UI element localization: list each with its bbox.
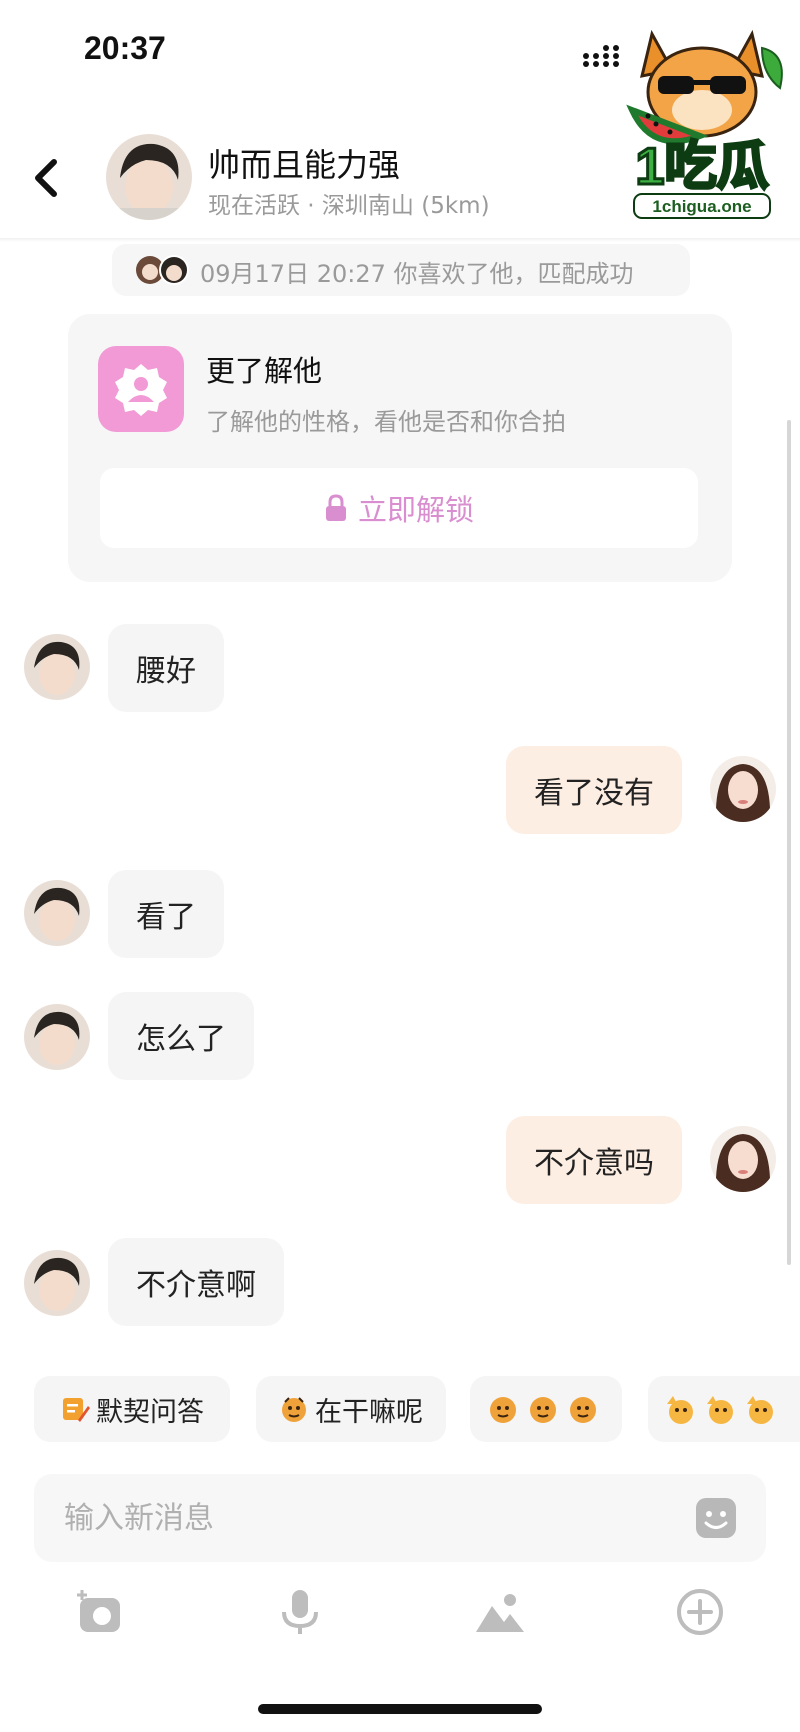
message-bubble-outgoing[interactable]: 看了没有 xyxy=(506,746,682,834)
contact-message-avatar[interactable] xyxy=(24,880,90,946)
quick-reply-tiger-wave[interactable] xyxy=(648,1376,800,1442)
card-title: 更了解他 xyxy=(206,354,323,388)
message-bubble-incoming[interactable]: 腰好 xyxy=(108,624,224,712)
back-icon[interactable] xyxy=(26,148,66,208)
scrollbar[interactable] xyxy=(787,420,791,1265)
message-bubble-outgoing[interactable]: 不介意吗 xyxy=(506,1116,682,1204)
message-bubble-incoming[interactable]: 看了 xyxy=(108,870,224,958)
quick-reply-tacit-quiz[interactable]: 默契问答 xyxy=(34,1376,230,1442)
message-bubble-incoming[interactable]: 怎么了 xyxy=(108,992,254,1080)
lock-icon xyxy=(325,494,346,521)
emoji-icon[interactable] xyxy=(694,1496,738,1540)
camera-icon[interactable] xyxy=(74,1586,126,1638)
my-message-avatar[interactable] xyxy=(710,1126,776,1192)
watermark-domain: 1chigua.one xyxy=(652,197,751,216)
microphone-icon[interactable] xyxy=(274,1586,326,1638)
match-text: 09月17日 20:27 你喜欢了他，匹配成功 xyxy=(200,260,634,288)
match-notice: 09月17日 20:27 你喜欢了他，匹配成功 xyxy=(112,244,690,296)
message-composer xyxy=(34,1474,766,1562)
contact-message-avatar[interactable] xyxy=(24,634,90,700)
tiger-wave-triple-icon xyxy=(667,1396,773,1424)
watermark-logo: 1吃瓜 1chigua.one xyxy=(626,29,783,219)
my-message-avatar[interactable] xyxy=(710,756,776,822)
note-pencil-icon xyxy=(63,1398,90,1422)
quick-reply-tiger-stickers[interactable] xyxy=(470,1376,622,1442)
home-indicator[interactable] xyxy=(258,1704,542,1714)
header-divider xyxy=(0,238,800,242)
contact-avatar[interactable] xyxy=(106,134,192,220)
quick-reply-label: 在干嘛呢 xyxy=(315,1396,423,1428)
contact-status: 现在活跃 · 深圳南山 (5km) xyxy=(208,193,490,219)
contact-name[interactable]: 帅而且能力强 xyxy=(208,140,400,186)
tiger-emoji-triple-icon xyxy=(490,1397,596,1423)
image-icon[interactable] xyxy=(474,1586,526,1638)
quick-reply-what-doing[interactable]: 在干嘛呢 xyxy=(256,1376,446,1442)
tiger-emoji-icon xyxy=(282,1397,306,1422)
message-bubble-incoming[interactable]: 不介意啊 xyxy=(108,1238,284,1326)
watermark-brand: 1吃瓜 xyxy=(636,138,769,196)
unlock-card: 更了解他 了解他的性格，看他是否和你合拍 立即解锁 xyxy=(68,314,732,582)
message-input[interactable] xyxy=(64,1488,664,1548)
contact-message-avatar[interactable] xyxy=(24,1250,90,1316)
match-avatars-icon xyxy=(136,255,189,285)
unlock-button-label: 立即解锁 xyxy=(357,493,474,527)
personality-icon xyxy=(98,346,184,432)
unlock-button[interactable]: 立即解锁 xyxy=(100,468,698,548)
status-time: 20:37 xyxy=(84,30,166,66)
plus-circle-icon[interactable] xyxy=(674,1586,726,1638)
quick-reply-label: 默契问答 xyxy=(96,1396,204,1428)
contact-message-avatar[interactable] xyxy=(24,1004,90,1070)
card-subtitle: 了解他的性格，看他是否和你合拍 xyxy=(206,408,566,436)
